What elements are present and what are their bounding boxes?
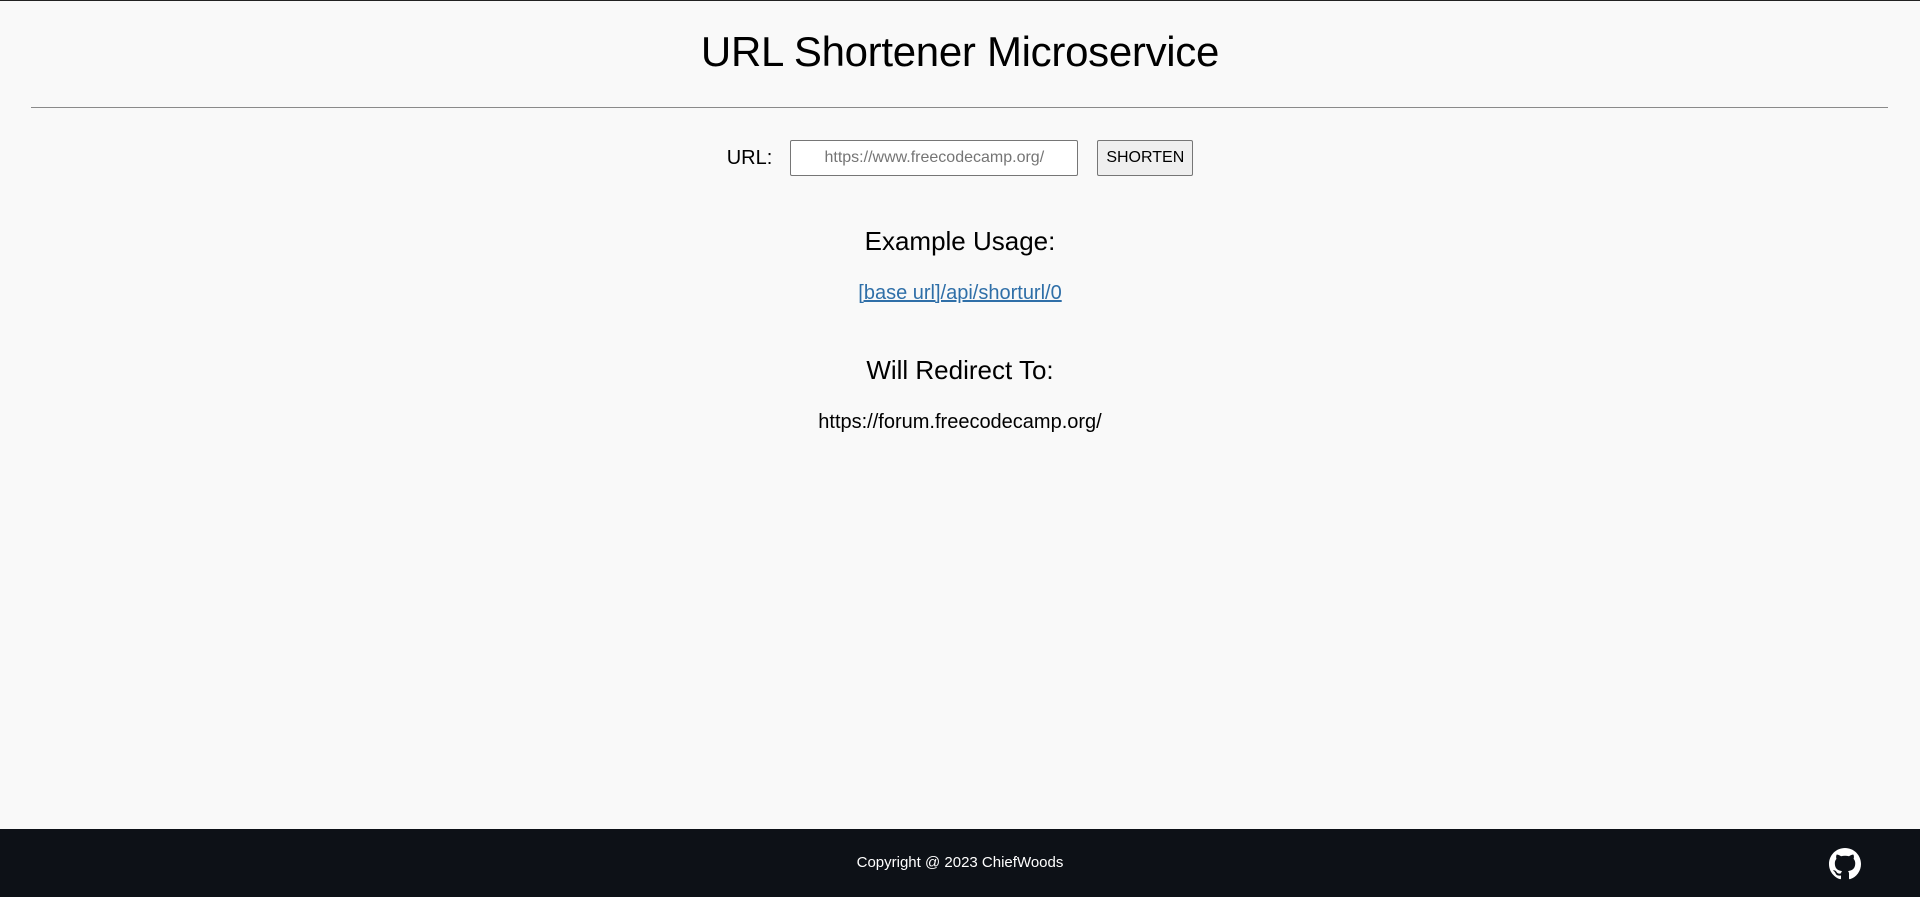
url-input[interactable] [790,140,1079,176]
redirect-target-url: https://forum.freecodecamp.org/ [818,411,1102,433]
header-divider [31,107,1888,108]
url-shorten-form: URL: SHORTEN [0,140,1920,176]
page-footer: Copyright @ 2023 ChiefWoods [0,829,1920,897]
github-icon [1829,848,1861,880]
url-label: URL: [726,146,773,169]
example-usage-link[interactable]: [base url]/api/shorturl/0 [858,282,1061,304]
page-header: URL Shortener Microservice [0,0,1920,76]
example-usage-heading: Example Usage: [864,226,1056,256]
example-link-container: [base url]/api/shorturl/0 [0,280,1920,306]
copyright-text: Copyright @ 2023 ChiefWoods [856,854,1064,871]
github-link[interactable] [1829,848,1861,880]
will-redirect-heading: Will Redirect To: [866,355,1054,385]
page-title: URL Shortener Microservice [700,28,1220,75]
shorten-button[interactable]: SHORTEN [1097,140,1194,176]
